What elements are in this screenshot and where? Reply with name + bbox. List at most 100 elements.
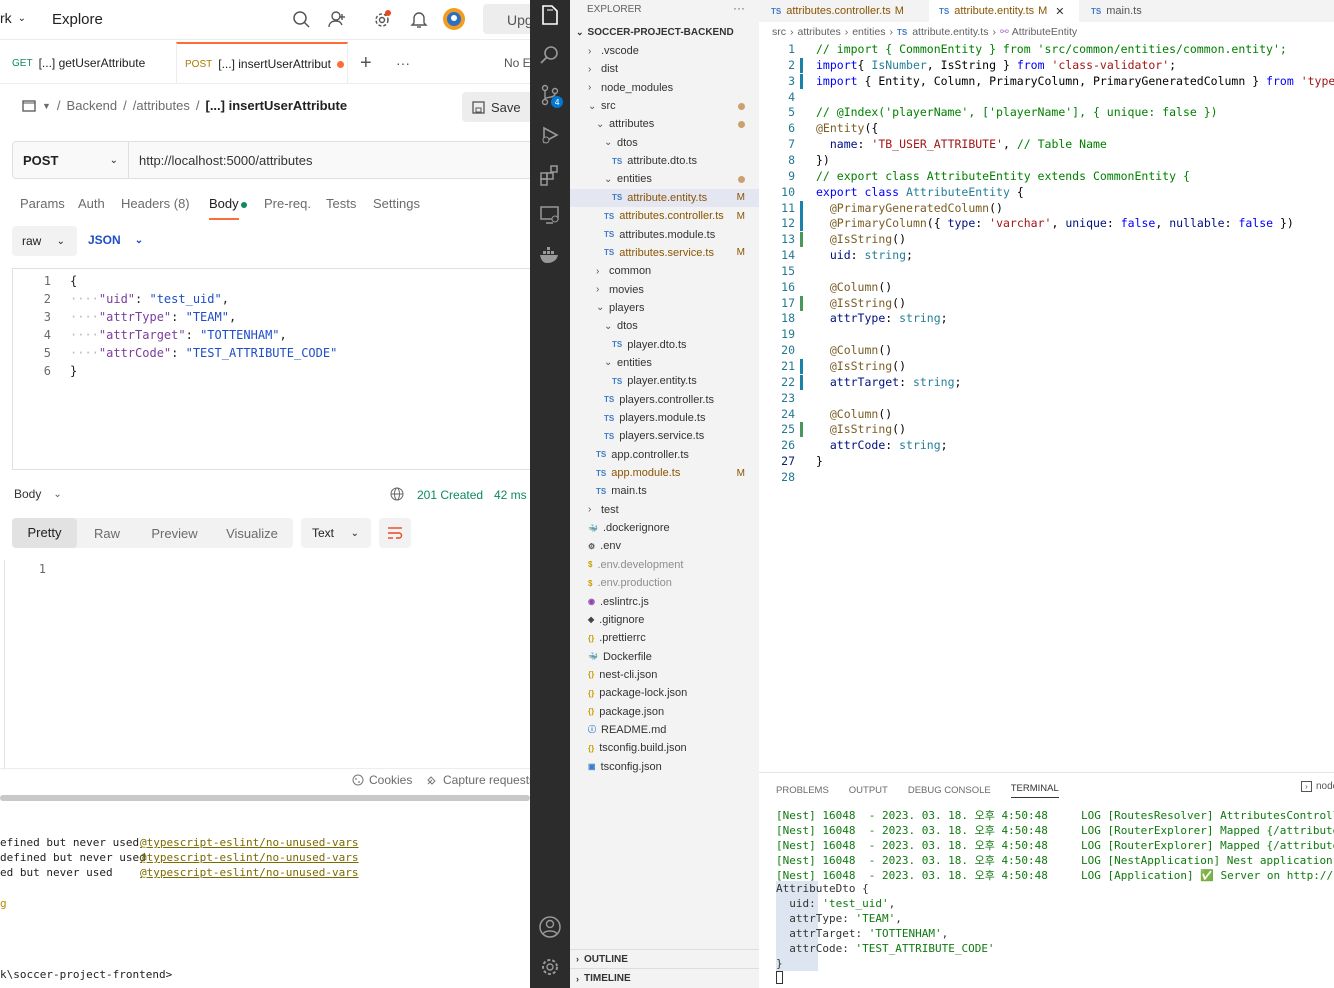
tree-item--gitignore[interactable]: ◆ .gitignore <box>570 611 759 629</box>
tree-item-app-controller-ts[interactable]: TS app.controller.ts <box>570 446 759 464</box>
body-line[interactable]: { <box>70 274 77 288</box>
tree-item-package-json[interactable]: {} package.json <box>570 703 759 721</box>
more-tabs-icon[interactable]: ··· <box>396 42 410 84</box>
view-raw[interactable]: Raw <box>77 526 137 541</box>
tree-item--env[interactable]: ⚙ .env <box>570 537 759 555</box>
breadcrumb-symbol[interactable]: AttributeEntity <box>1012 26 1077 38</box>
tab-settings[interactable]: Settings <box>373 196 420 211</box>
tab-terminal[interactable]: TERMINAL <box>1010 783 1059 798</box>
tree-item-attribute-entity-ts[interactable]: TS attribute.entity.ts M <box>570 188 759 207</box>
code-line[interactable]: }) <box>816 153 830 167</box>
tree-item--vscode[interactable]: › .vscode <box>570 42 759 60</box>
eslint-rule-link[interactable]: @typescript-eslint/no-unused-vars <box>140 866 359 879</box>
remote-explorer-icon[interactable] <box>538 203 562 227</box>
tree-item--env-development[interactable]: $ .env.development <box>570 556 759 574</box>
tab-get-user-attribute[interactable]: GET [...] getUserAttribute <box>12 42 172 84</box>
tree-item-dockerfile[interactable]: 🐳 Dockerfile <box>570 648 759 666</box>
breadcrumb-entities[interactable]: entities <box>852 26 885 38</box>
method-select[interactable]: POST ⌄ <box>13 142 129 178</box>
code-line[interactable]: @Column() <box>816 280 892 294</box>
code-line[interactable]: attrType: string; <box>816 311 948 325</box>
code-line[interactable]: export class AttributeEntity { <box>816 185 1024 199</box>
code-line[interactable]: @IsString() <box>816 232 906 246</box>
editor-tab-attribute-entity[interactable]: TS attribute.entity.ts M ✕ <box>929 0 1079 22</box>
view-preview[interactable]: Preview <box>137 526 212 541</box>
tab-insert-user-attribute[interactable]: POST [...] insertUserAttribut <box>176 42 348 84</box>
notification-bell-icon[interactable] <box>410 10 428 28</box>
project-root[interactable]: ⌄ SOCCER-PROJECT-BACKEND <box>576 27 734 38</box>
search-icon[interactable] <box>292 10 310 28</box>
tree-item-players-module-ts[interactable]: TS players.module.ts <box>570 409 759 427</box>
code-line[interactable]: import { Entity, Column, PrimaryColumn, … <box>816 74 1334 88</box>
code-line[interactable]: @PrimaryColumn({ type: 'varchar', unique… <box>816 216 1294 230</box>
tree-item--env-production[interactable]: $ .env.production <box>570 574 759 592</box>
tree-item-entities[interactable]: ⌄ entities <box>570 354 759 372</box>
body-editor[interactable]: 1 {2 ····"uid": "test_uid", 3 ····"attrType"… <box>12 268 530 470</box>
tree-item-tsconfig-build-json[interactable]: {} tsconfig.build.json <box>570 739 759 757</box>
tree-item-node-modules[interactable]: › node_modules <box>570 79 759 97</box>
upgrade-button[interactable]: Upg <box>483 4 530 34</box>
code-line[interactable]: attrCode: string; <box>816 438 948 452</box>
body-line[interactable]: ····"attrType": "TEAM", <box>70 310 236 324</box>
response-time[interactable]: 42 ms <box>494 488 527 502</box>
accounts-icon[interactable] <box>538 915 562 939</box>
code-line[interactable]: uid: string; <box>816 248 913 262</box>
code-line[interactable]: attrTarget: string; <box>816 375 962 389</box>
terminal-prompt[interactable]: k\soccer-project-frontend> <box>0 968 172 981</box>
url-input[interactable]: http://localhost:5000/attributes <box>139 153 312 168</box>
code-line[interactable]: // export class AttributeEntity extends … <box>816 169 1190 183</box>
tree-item-src[interactable]: ⌄ src <box>570 97 759 115</box>
tab-problems[interactable]: PROBLEMS <box>776 785 829 796</box>
tree-item-players-service-ts[interactable]: TS players.service.ts <box>570 427 759 445</box>
environment-select[interactable]: No E <box>504 42 530 84</box>
tree-item-attributes-controller-ts[interactable]: TS attributes.controller.ts M <box>570 207 759 225</box>
tree-item-package-lock-json[interactable]: {} package-lock.json <box>570 684 759 702</box>
outline-section[interactable]: › OUTLINE <box>570 949 759 968</box>
tree-item-player-entity-ts[interactable]: TS player.entity.ts <box>570 372 759 390</box>
breadcrumb-src[interactable]: src <box>772 26 786 38</box>
code-line[interactable]: @Column() <box>816 343 892 357</box>
tree-item-readme-md[interactable]: ⓘ README.md <box>570 721 759 739</box>
invite-user-icon[interactable] <box>328 10 346 28</box>
code-line[interactable]: // @Index('playerName', ['playerName'], … <box>816 105 1218 119</box>
close-icon[interactable]: ✕ <box>1055 5 1064 18</box>
code-line[interactable]: name: 'TB_USER_ATTRIBUTE', // Table Name <box>816 137 1107 151</box>
tree-item-app-module-ts[interactable]: TS app.module.ts M <box>570 464 759 482</box>
run-debug-icon[interactable] <box>538 123 562 147</box>
timeline-section[interactable]: › TIMELINE <box>570 968 759 988</box>
avatar[interactable] <box>442 7 466 31</box>
eslint-rule-link[interactable]: @typescript-eslint/no-unused-vars <box>140 836 359 849</box>
code-line[interactable]: @Column() <box>816 407 892 421</box>
code-line[interactable]: } <box>816 454 823 468</box>
explorer-icon[interactable] <box>538 3 562 27</box>
tree-item-players-controller-ts[interactable]: TS players.controller.ts <box>570 391 759 409</box>
cookies-link[interactable]: Cookies <box>352 773 412 787</box>
tree-item-movies[interactable]: › movies <box>570 281 759 299</box>
tree-item-nest-cli-json[interactable]: {} nest-cli.json <box>570 666 759 684</box>
response-format-select[interactable]: Text ⌄ <box>301 518 371 548</box>
code-line[interactable]: @Entity({ <box>816 121 878 135</box>
tree-item-common[interactable]: › common <box>570 262 759 280</box>
body-line[interactable]: ····"uid": "test_uid", <box>70 292 229 306</box>
code-line[interactable]: @PrimaryGeneratedColumn() <box>816 201 1003 215</box>
tree-item-player-dto-ts[interactable]: TS player.dto.ts <box>570 336 759 354</box>
tab-pre-request[interactable]: Pre-req. <box>264 196 311 211</box>
tab-tests[interactable]: Tests <box>326 196 356 211</box>
eslint-rule-link[interactable]: @typescript-eslint/no-unused-vars <box>140 851 359 864</box>
capture-requests-link[interactable]: Capture requests <box>426 773 530 787</box>
body-language-select[interactable]: JSON ⌄ <box>88 233 143 247</box>
terminal-selector[interactable]: ›node <box>1301 781 1334 792</box>
breadcrumb-backend[interactable]: Backend <box>67 98 118 113</box>
tree-item-attributes-module-ts[interactable]: TS attributes.module.ts <box>570 226 759 244</box>
tree-item-dtos[interactable]: ⌄ dtos <box>570 317 759 335</box>
breadcrumb-file[interactable]: attribute.entity.ts <box>912 26 988 38</box>
request-name[interactable]: [...] insertUserAttribute <box>205 98 347 113</box>
code-line[interactable]: @IsString() <box>816 296 906 310</box>
tree-item-attributes-service-ts[interactable]: TS attributes.service.ts M <box>570 244 759 262</box>
tree-item-attribute-dto-ts[interactable]: TS attribute.dto.ts <box>570 152 759 170</box>
tab-auth[interactable]: Auth <box>78 196 105 211</box>
code-line[interactable]: @IsString() <box>816 422 906 436</box>
tree-item-dtos[interactable]: ⌄ dtos <box>570 134 759 152</box>
tree-item--eslintrc-js[interactable]: ◉ .eslintrc.js <box>570 593 759 611</box>
body-line[interactable]: ····"attrCode": "TEST_ATTRIBUTE_CODE" <box>70 346 337 360</box>
